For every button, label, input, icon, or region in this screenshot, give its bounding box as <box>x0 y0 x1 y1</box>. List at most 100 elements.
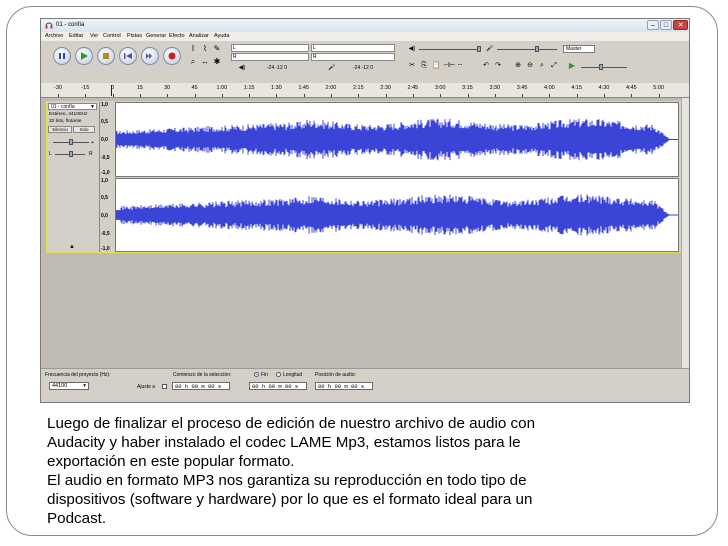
pan-slider[interactable] <box>69 151 73 157</box>
timeline-ruler[interactable]: -30 -15 0 15 30 45 1:00 1:15 1:30 1:45 2:00 2:15 2:3… <box>41 83 689 98</box>
caption-line: dispositivos (software y hardware) por l… <box>47 491 533 508</box>
play-button[interactable] <box>75 47 93 65</box>
ruler-tick-label: 3:00 <box>434 85 446 91</box>
playback-meter-right[interactable]: R <box>231 53 309 61</box>
menu-editar[interactable]: Editar <box>69 33 83 39</box>
draw-tool-icon[interactable]: ✎ <box>212 44 222 54</box>
gain-slider[interactable] <box>69 139 73 145</box>
solo-button[interactable]: Solo <box>73 126 95 133</box>
snap-checkbox[interactable] <box>162 384 167 389</box>
input-volume-track <box>497 49 557 50</box>
silence-icon[interactable]: ┄ <box>455 61 465 71</box>
selection-start-field[interactable]: 00 h 00 m 00 s <box>172 382 230 390</box>
tracks-area: 01 - confía ▼ Estéreo, 44100Hz 32 bits, … <box>41 98 689 377</box>
ruler-tick-label: 2:45 <box>407 85 419 91</box>
end-radio[interactable] <box>254 372 259 377</box>
zoom-in-icon[interactable]: ⊕ <box>513 61 523 71</box>
stop-button[interactable] <box>97 47 115 65</box>
close-button[interactable]: ✕ <box>673 20 688 30</box>
ruler-tick-mark <box>494 94 496 97</box>
waveform-left-channel[interactable] <box>115 102 679 177</box>
ruler-tick-mark <box>358 94 360 97</box>
input-source-select[interactable]: Master <box>563 45 595 53</box>
record-meter-right[interactable]: R <box>311 53 395 61</box>
paste-icon[interactable]: 📋 <box>431 61 441 71</box>
selection-bar: Frecuencia del proyecto (Hz): 44100 ▾ Co… <box>41 368 689 402</box>
length-radio-label: Longitud <box>283 372 303 378</box>
mute-button[interactable]: Silencio <box>48 126 72 133</box>
playhead-marker[interactable] <box>111 85 112 96</box>
play-icon <box>81 52 88 60</box>
output-volume-icon: ◀) <box>408 46 416 52</box>
minimize-button[interactable]: – <box>647 20 659 30</box>
trim-icon[interactable]: ⊣⊢ <box>443 61 455 71</box>
ruler-tick-mark <box>249 94 251 97</box>
waveform-path <box>115 194 670 236</box>
ruler-tick-label: 1:30 <box>271 85 282 91</box>
meter-scale-2: -24 -12 0 <box>353 65 374 71</box>
cut-icon[interactable]: ✂ <box>407 61 417 71</box>
track-name-dropdown[interactable]: 01 - confía ▼ <box>48 103 97 110</box>
ruler-tick-mark <box>303 94 305 97</box>
output-volume-slider[interactable] <box>477 46 481 52</box>
fit-selection-icon[interactable]: ⌕ <box>537 61 547 71</box>
menu-pistas[interactable]: Pistas <box>127 33 142 39</box>
play-speed-track <box>581 67 627 68</box>
input-volume-icon: 🎤 <box>486 46 494 52</box>
vertical-scrollbar[interactable] <box>681 98 689 368</box>
envelope-tool-icon[interactable]: ⌇ <box>200 44 210 54</box>
menu-ayuda[interactable]: Ayuda <box>214 33 230 39</box>
play-speed-slider[interactable] <box>599 64 603 70</box>
ruler-tick-mark <box>194 94 196 97</box>
redo-icon[interactable]: ↷ <box>493 61 503 71</box>
zoom-out-icon[interactable]: ⊖ <box>525 61 535 71</box>
fit-project-icon[interactable]: ⤢ <box>549 61 559 71</box>
selection-end-field[interactable]: 00 h 00 m 00 s <box>249 382 307 390</box>
timeshift-tool-icon[interactable]: ↔ <box>200 57 210 67</box>
menu-control[interactable]: Control <box>103 33 121 39</box>
ruler-tick-label: 3:45 <box>516 85 528 91</box>
collapse-track-icon[interactable]: ▲ <box>69 244 75 250</box>
caption-line: El audio en formato MP3 nos garantiza su… <box>47 472 527 489</box>
track-info-format: 32 bits, flotante <box>49 119 82 124</box>
vertical-scale: 1,0 0,5 0,0 -0,5 -1,0 1,0 0,5 0,0 -0,5 -… <box>100 102 114 252</box>
speaker-meter-icon[interactable]: ◀) <box>237 63 247 73</box>
menu-archivo[interactable]: Archivo <box>45 33 63 39</box>
slide-caption: Luego de finalizar el proceso de edición… <box>47 414 687 528</box>
copy-icon[interactable]: ⎘ <box>419 61 429 71</box>
ruler-tick-label: 1:15 <box>243 85 255 91</box>
length-radio[interactable] <box>276 372 281 377</box>
waveform-right-channel[interactable] <box>115 178 679 252</box>
menu-generar[interactable]: Generar <box>146 33 166 39</box>
input-volume-slider[interactable] <box>535 46 539 52</box>
record-meter[interactable]: L <box>311 44 395 52</box>
undo-icon[interactable]: ↶ <box>481 61 491 71</box>
menu-efecto[interactable]: Efecto <box>169 33 185 39</box>
pause-button[interactable] <box>53 47 71 65</box>
play-at-speed-icon[interactable]: ▶ <box>567 61 577 71</box>
ruler-tick-mark <box>331 94 332 97</box>
audacity-window: 01 - confía – □ ✕ Archivo Editar Ver Con… <box>40 18 690 403</box>
skip-start-button[interactable] <box>119 47 137 65</box>
ruler-tick-label: 2:30 <box>380 85 391 91</box>
chevron-down-icon: ▾ <box>83 383 86 389</box>
skip-start-icon <box>124 53 132 59</box>
menu-analizar[interactable]: Analizar <box>189 33 209 39</box>
maximize-button[interactable]: □ <box>660 20 672 30</box>
ruler-tick-mark <box>112 94 114 97</box>
ruler-tick-label: -15 <box>81 85 90 91</box>
playback-meter[interactable]: L <box>231 44 309 52</box>
record-button[interactable] <box>163 47 181 65</box>
ruler-tick-label: 2:00 <box>325 85 337 91</box>
record-icon <box>168 52 176 60</box>
mic-meter-icon[interactable]: 🎤 <box>327 63 337 73</box>
menu-ver[interactable]: Ver <box>90 33 98 39</box>
project-rate-select[interactable]: 44100 ▾ <box>49 382 89 390</box>
zoom-tool-icon[interactable]: ⌕ <box>188 57 198 67</box>
audio-position-field[interactable]: 00 h 00 m 00 s <box>315 382 373 390</box>
audio-track: 01 - confía ▼ Estéreo, 44100Hz 32 bits, … <box>46 101 682 253</box>
selection-tool-icon[interactable]: I <box>188 44 198 54</box>
ruler-tick-mark <box>576 94 578 97</box>
multi-tool-icon[interactable]: ✱ <box>212 57 222 67</box>
skip-end-button[interactable] <box>141 47 159 65</box>
